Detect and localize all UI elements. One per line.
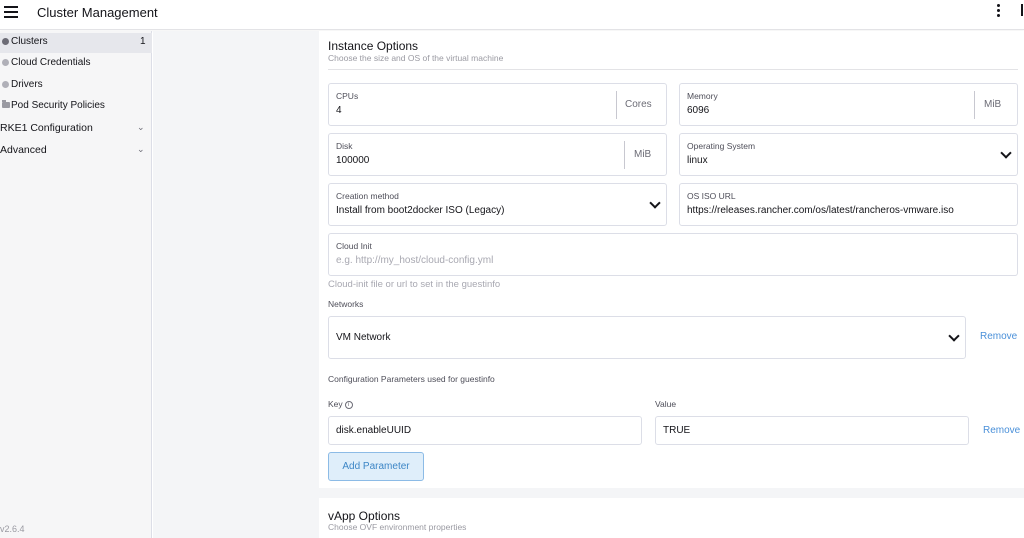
os-label: Operating System [687, 141, 756, 151]
vapp-options-subtitle: Choose OVF environment properties [328, 522, 467, 532]
cpus-value[interactable]: 4 [336, 105, 342, 116]
sidebar-group-advanced[interactable]: Advanced ⌄ [0, 141, 152, 161]
version-label: v2.6.4 [0, 524, 25, 534]
chevron-down-icon [948, 330, 960, 342]
cpus-label: CPUs [336, 91, 359, 101]
more-options-icon[interactable] [994, 4, 1002, 20]
sidebar-item-label: Drivers [11, 79, 43, 90]
config-value-input[interactable]: TRUE [655, 416, 969, 445]
sidebar-item-label: Pod Security Policies [11, 100, 105, 111]
unit-separator [974, 91, 975, 119]
cloud-init-placeholder[interactable]: e.g. http://my_host/cloud-config.yml [336, 255, 493, 266]
network-value: VM Network [336, 332, 391, 343]
top-header: Cluster Management [0, 0, 1024, 30]
memory-label: Memory [687, 91, 718, 101]
info-icon[interactable]: i [344, 401, 353, 409]
edge-indicator [1021, 4, 1023, 16]
memory-unit: MiB [984, 99, 1002, 110]
networks-label: Networks [328, 299, 364, 309]
sidebar-group-rke1-configuration[interactable]: RKE1 Configuration ⌄ [0, 119, 152, 139]
cloud-init-label: Cloud Init [336, 241, 372, 251]
chevron-down-icon: ⌄ [137, 122, 145, 132]
os-iso-url-value[interactable]: https://releases.rancher.com/os/latest/r… [687, 205, 954, 216]
sidebar-item-drivers[interactable]: Drivers [0, 76, 152, 96]
chevron-down-icon [1000, 147, 1012, 159]
vapp-options-title: vApp Options [328, 509, 401, 523]
cpus-unit: Cores [625, 99, 652, 110]
key-label-text: Key [328, 399, 343, 409]
os-iso-url-field[interactable]: OS ISO URL https://releases.rancher.com/… [679, 183, 1018, 226]
clusters-count: 1 [140, 36, 146, 47]
creation-method-select[interactable]: Creation method Install from boot2docker… [328, 183, 667, 226]
chevron-down-icon: ⌄ [137, 144, 145, 154]
disk-field[interactable]: Disk 100000 MiB [328, 133, 667, 176]
unit-separator [624, 141, 625, 169]
networks-select[interactable]: VM Network [328, 316, 966, 359]
drivers-icon [2, 81, 9, 88]
sidebar-item-pod-security-policies[interactable]: Pod Security Policies [0, 97, 152, 117]
cloud-init-hint: Cloud-init file or url to set in the gue… [328, 279, 501, 290]
config-key-input[interactable]: disk.enableUUID [328, 416, 642, 445]
add-parameter-button[interactable]: Add Parameter [328, 452, 424, 481]
instance-options-title: Instance Options [328, 39, 419, 53]
memory-value[interactable]: 6096 [687, 105, 709, 116]
disk-unit: MiB [634, 149, 652, 160]
key-column-label: Key i [328, 399, 353, 409]
sidebar-item-cloud-credentials[interactable]: Cloud Credentials [0, 54, 152, 74]
memory-field[interactable]: Memory 6096 MiB [679, 83, 1018, 126]
config-key-value[interactable]: disk.enableUUID [336, 425, 411, 436]
sidebar-group-label: RKE1 Configuration [0, 122, 93, 134]
creation-method-value: Install from boot2docker ISO (Legacy) [336, 205, 505, 216]
os-value: linux [687, 155, 708, 166]
instance-options-subtitle: Choose the size and OS of the virtual ma… [328, 53, 504, 63]
sidebar-item-label: Clusters [11, 36, 48, 47]
hamburger-menu-icon[interactable] [4, 6, 18, 18]
config-value-value[interactable]: TRUE [663, 425, 690, 436]
remove-parameter-link[interactable]: Remove [983, 425, 1020, 436]
disk-value[interactable]: 100000 [336, 155, 369, 166]
sidebar-item-label: Cloud Credentials [11, 57, 91, 68]
page-title: Cluster Management [37, 5, 158, 20]
cloud-init-field[interactable]: Cloud Init e.g. http://my_host/cloud-con… [328, 233, 1018, 276]
cloud-credentials-icon [2, 59, 9, 66]
clusters-icon [2, 38, 9, 45]
folder-icon [2, 100, 10, 108]
sidebar-group-label: Advanced [0, 144, 47, 156]
disk-label: Disk [336, 141, 353, 151]
remove-network-link[interactable]: Remove [980, 331, 1017, 342]
chevron-down-icon [649, 197, 661, 209]
sidebar-item-clusters[interactable]: Clusters 1 [0, 33, 152, 53]
sidebar: Clusters 1 Cloud Credentials Drivers Pod… [0, 31, 152, 538]
os-iso-url-label: OS ISO URL [687, 191, 736, 201]
value-column-label: Value [655, 399, 677, 409]
cpus-field[interactable]: CPUs 4 Cores [328, 83, 667, 126]
unit-separator [616, 91, 617, 119]
config-params-label: Configuration Parameters used for guesti… [328, 374, 495, 384]
operating-system-select[interactable]: Operating System linux [679, 133, 1018, 176]
section-divider [328, 69, 1018, 70]
creation-method-label: Creation method [336, 191, 399, 201]
vapp-options-card [319, 498, 1024, 538]
